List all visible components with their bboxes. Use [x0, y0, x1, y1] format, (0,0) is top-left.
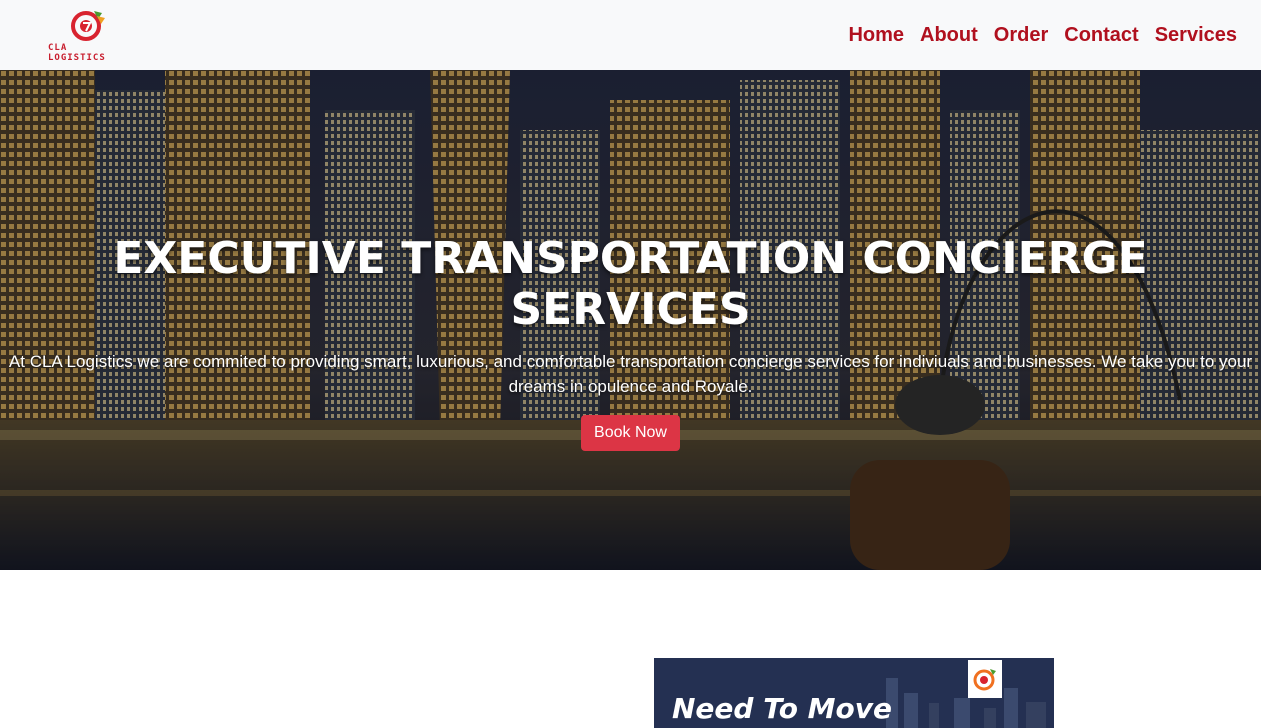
- promo-logo-icon: [973, 669, 996, 691]
- hero-description: At CLA Logistics we are commited to prov…: [8, 352, 1253, 396]
- main-nav: Home About Order Contact Services: [848, 24, 1237, 47]
- brand-logo[interactable]: CLA LOGISTICS: [48, 7, 128, 63]
- book-now-button[interactable]: Book Now: [581, 415, 680, 451]
- nav-services-link[interactable]: Services: [1155, 24, 1237, 47]
- hero-content: EXECUTIVE TRANSPORTATION CONCIERGE SERVI…: [0, 233, 1261, 451]
- promo-logo: [968, 660, 1002, 698]
- nav-order-link[interactable]: Order: [994, 24, 1048, 47]
- hero-title: EXECUTIVE TRANSPORTATION CONCIERGE SERVI…: [113, 233, 1148, 335]
- nav-about-link[interactable]: About: [920, 24, 978, 47]
- nav-contact-link[interactable]: Contact: [1064, 24, 1138, 47]
- logo-mark-icon: [71, 11, 105, 41]
- nav-home-link[interactable]: Home: [848, 24, 904, 47]
- hero-section: EXECUTIVE TRANSPORTATION CONCIERGE SERVI…: [0, 70, 1261, 570]
- promo-title: Need To Move: [672, 692, 893, 725]
- brand-name: CLA LOGISTICS: [48, 43, 106, 63]
- promo-card: Need To Move: [654, 658, 1054, 728]
- navbar: CLA LOGISTICS Home About Order Contact S…: [0, 0, 1261, 70]
